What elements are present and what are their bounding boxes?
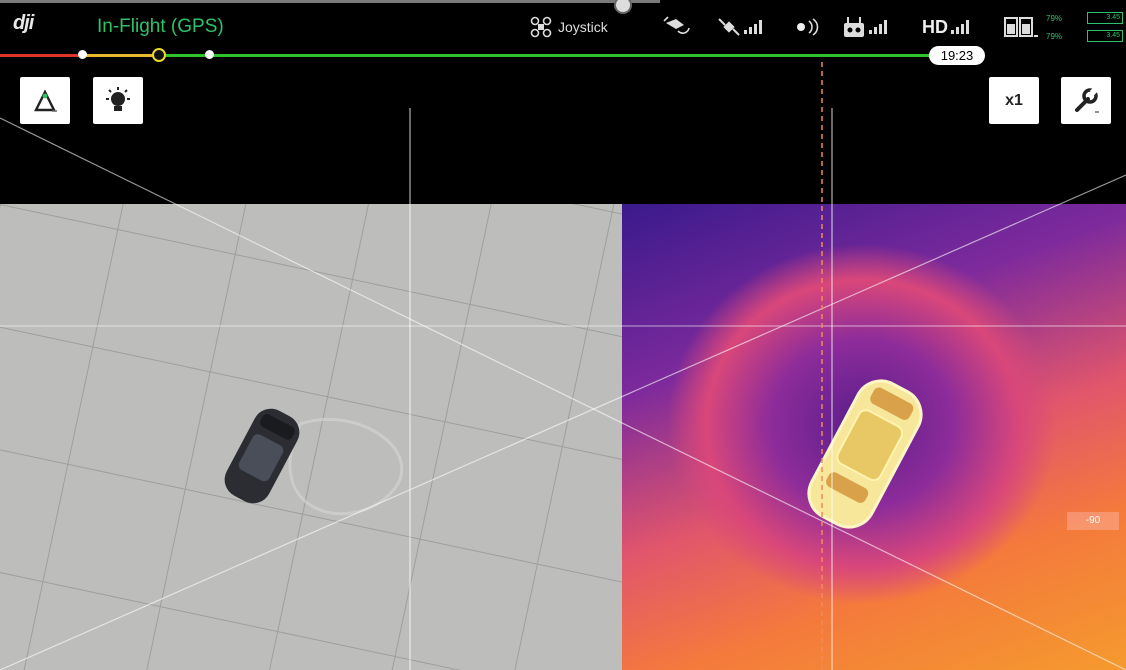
video-link-signal[interactable]: HD	[922, 14, 969, 40]
timeline-marker-critical	[78, 50, 87, 59]
thermal-scene	[807, 379, 923, 529]
dual-battery-icon	[1004, 17, 1038, 37]
wrench-icon	[1075, 86, 1099, 113]
top-progress-line	[0, 0, 660, 3]
vision-positioning-status[interactable]	[793, 14, 823, 40]
aircraft-status[interactable]: In-Flight (GPS)	[97, 16, 224, 38]
thermal-temperature-tag: -90	[1067, 512, 1119, 530]
gps-signal-bars	[744, 20, 762, 34]
car-thermal	[807, 379, 923, 529]
timeline-marker-rth	[152, 48, 166, 62]
zoom-level-button[interactable]: x1	[989, 77, 1039, 124]
battery-voltage-top: 3.45	[1087, 12, 1123, 24]
flight-mode-label: Joystick	[558, 19, 608, 35]
flight-mode-indicator: Joystick	[530, 14, 608, 40]
ai-spot-check-button[interactable]	[20, 77, 70, 124]
spotlight-button[interactable]	[93, 77, 143, 124]
rc-signal-bars	[869, 20, 887, 34]
timeline-normal-segment	[158, 54, 930, 57]
hd-link-label: HD	[922, 16, 948, 37]
satellite-icon	[718, 18, 740, 36]
timeline-low-segment	[82, 54, 158, 57]
timeline-critical-segment	[0, 54, 82, 57]
vision-sensor-icon	[797, 18, 819, 36]
thermal-camera-view	[622, 204, 1126, 670]
video-signal-bars	[951, 20, 969, 34]
dji-logo: dji	[13, 12, 34, 34]
obstacle-sensing-status[interactable]	[662, 14, 692, 40]
battery-voltage-bottom: 3.45	[1087, 30, 1123, 42]
camera-settings-button[interactable]	[1061, 77, 1111, 124]
battery-percent-top: 79%	[1046, 14, 1063, 23]
visual-camera-view	[0, 204, 622, 670]
timeline-marker-low	[205, 50, 214, 59]
remaining-flight-time: 19:23	[929, 46, 985, 65]
zoom-level-label: x1	[1005, 91, 1023, 109]
battery-status[interactable]	[1004, 14, 1040, 40]
visual-camera-scene	[0, 204, 622, 670]
lightbulb-icon	[106, 86, 130, 111]
flight-battery-timeline	[0, 48, 930, 62]
remote-controller-icon	[844, 17, 864, 37]
top-status-bar: dji In-Flight (GPS) Joystick HD 79% 79% …	[0, 0, 1126, 65]
remote-controller-signal[interactable]	[842, 14, 887, 40]
drone-icon	[530, 16, 552, 38]
top-slider-handle[interactable]	[614, 0, 632, 14]
gps-signal-status[interactable]	[717, 14, 762, 40]
target-triangle-icon	[34, 88, 57, 112]
obstacle-avoidance-icon	[663, 16, 690, 34]
battery-percent-bottom: 79%	[1046, 32, 1063, 41]
